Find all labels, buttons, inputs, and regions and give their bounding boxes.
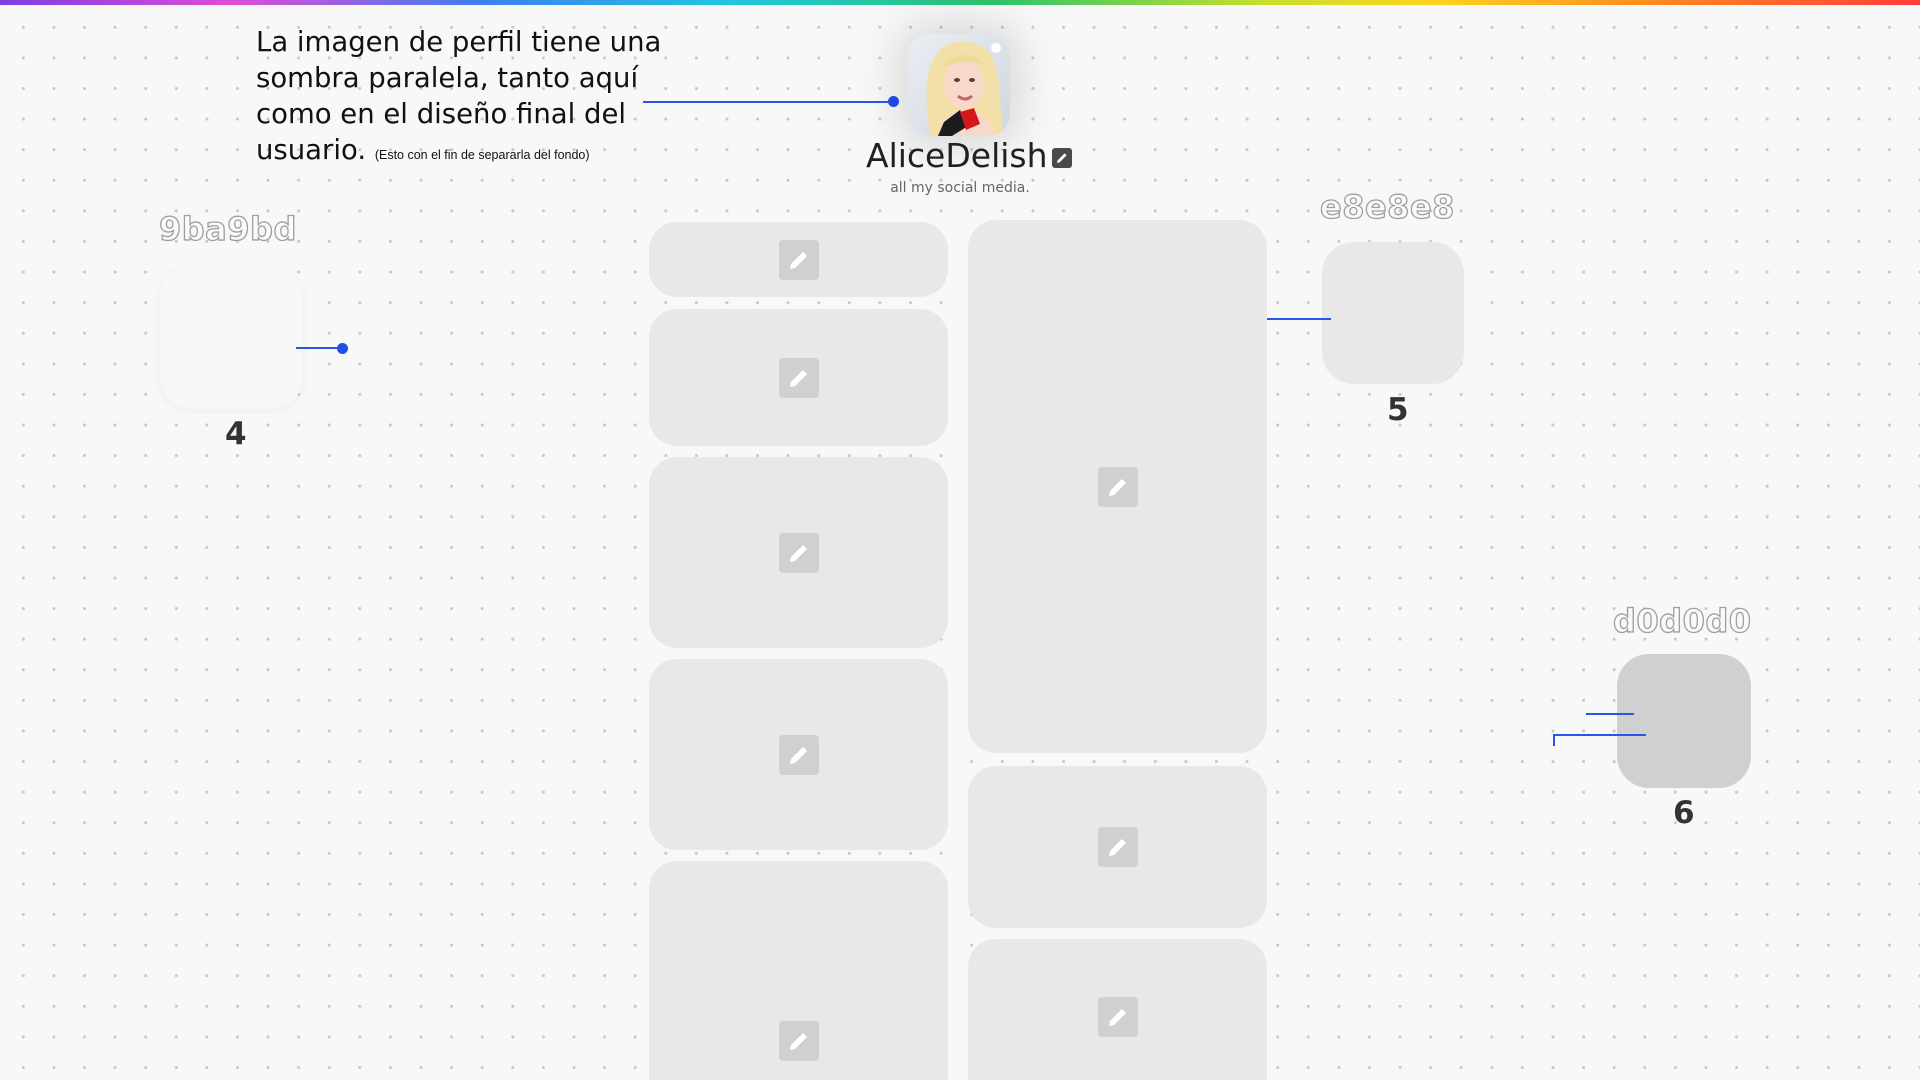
link-card-3[interactable] — [649, 457, 948, 648]
annotation-connector-dot — [888, 96, 899, 107]
link-card-7[interactable] — [968, 939, 1267, 1080]
pencil-icon[interactable] — [778, 239, 819, 280]
username-text: AliceDelish — [866, 136, 1048, 175]
pencil-icon[interactable] — [778, 734, 819, 775]
swatch-6-number: 6 — [1673, 795, 1695, 831]
swatch-6-box — [1617, 654, 1751, 788]
pencil-icon[interactable] — [1097, 466, 1138, 507]
swatch-6-connector-line-lower — [1554, 734, 1646, 736]
link-card-1[interactable] — [649, 222, 948, 297]
annotation-text: La imagen de perfil tiene una sombra par… — [256, 26, 662, 166]
rainbow-top-bar — [0, 0, 1920, 5]
swatch-5-number: 5 — [1387, 392, 1409, 428]
swatch-4-connector-dot — [337, 343, 348, 354]
pencil-icon[interactable] — [778, 357, 819, 398]
swatch-6-hex-label: d0d0d0 — [1612, 601, 1752, 640]
profile-avatar[interactable] — [908, 34, 1010, 136]
link-card-6[interactable] — [968, 766, 1267, 928]
swatch-6-connector-tick — [1553, 734, 1555, 746]
edit-badge-icon[interactable] — [1051, 148, 1072, 168]
link-card-5[interactable] — [649, 861, 948, 1080]
annotation-connector-line — [643, 101, 893, 103]
annotation-small-text: (Esto con el fin de separarla del fondo) — [374, 148, 590, 162]
avatar-image — [908, 34, 1010, 136]
link-card-2[interactable] — [649, 309, 948, 446]
profile-bio: all my social media. — [890, 180, 1030, 196]
link-card-4[interactable] — [649, 659, 948, 850]
pencil-icon[interactable] — [778, 1021, 819, 1061]
pencil-icon[interactable] — [1097, 827, 1138, 867]
pencil-icon[interactable] — [778, 532, 819, 573]
swatch-4-box — [160, 266, 303, 409]
profile-username: AliceDelish — [866, 136, 1072, 175]
link-card-tall[interactable] — [968, 220, 1267, 753]
swatch-5-box — [1322, 242, 1464, 384]
swatch-4-number: 4 — [225, 416, 247, 452]
swatch-4-hex-label: 9ba9bd — [158, 209, 297, 248]
swatch-6-connector-line-upper — [1586, 713, 1634, 715]
swatch-4-connector-line — [296, 347, 338, 349]
swatch-5-hex-label: e8e8e8 — [1319, 187, 1455, 226]
pencil-icon[interactable] — [1097, 997, 1138, 1037]
annotation-note: La imagen de perfil tiene una sombra par… — [256, 24, 676, 173]
